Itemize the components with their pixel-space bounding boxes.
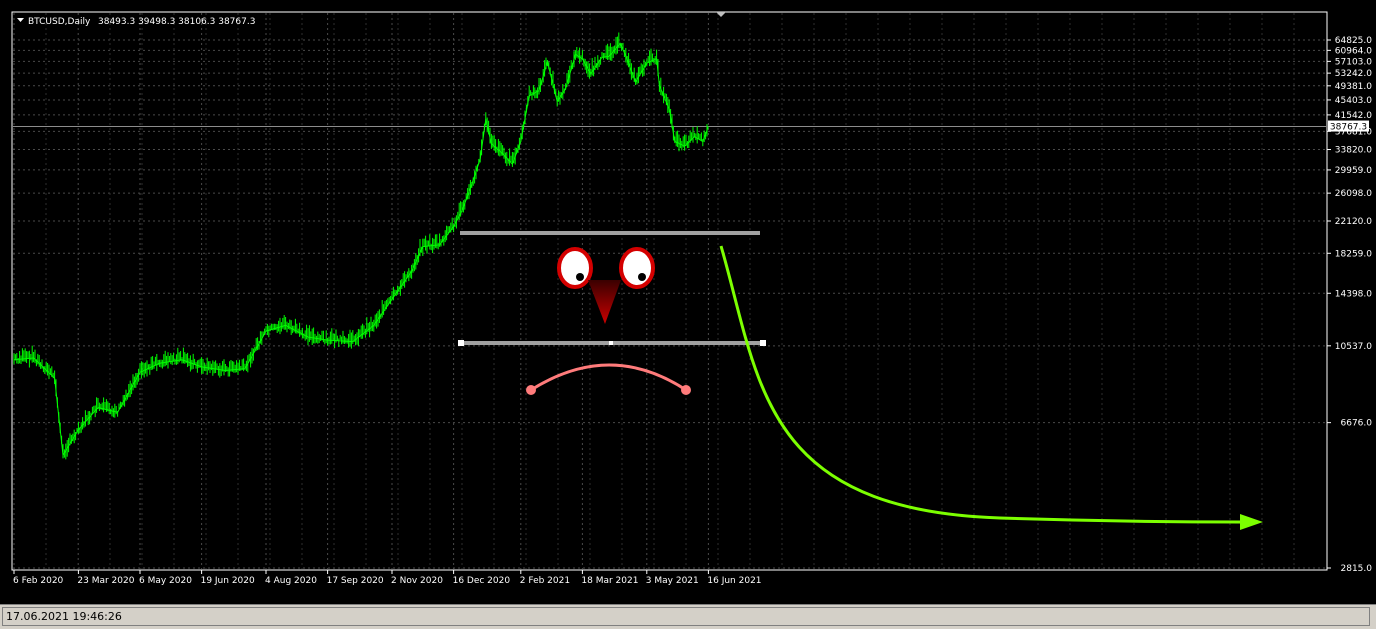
price-axis: 64825.060964.057103.0 53242.0 49381.0 45403… <box>1327 36 1372 574</box>
current-price-label: 38767.3 <box>1330 123 1367 133</box>
y-tick-label: 10537.0 <box>1335 342 1372 352</box>
eye-right <box>619 247 655 289</box>
y-tick-label: 6676.0 <box>1341 419 1373 429</box>
x-tick-label: 18 Mar 2021 <box>581 576 638 586</box>
y-tick-label: 14398.0 <box>1335 289 1372 299</box>
x-tick-label: 16 Dec 2020 <box>453 576 511 586</box>
x-tick-label: 4 Aug 2020 <box>265 576 317 586</box>
y-tick-label: 22120.0 <box>1335 217 1372 227</box>
mouth-end-left <box>526 385 536 395</box>
chart-window[interactable]: 64825.0 60964.0 57103.0 53242.0 49381.0 45403… <box>0 0 1376 629</box>
pupil-left <box>576 273 584 281</box>
y-tick-label: 60964.0 <box>1335 46 1372 56</box>
x-tick-label: 6 Feb 2020 <box>13 576 64 586</box>
y-tick-label: 26098.0 <box>1335 189 1372 199</box>
ohlc-readout: 38493.3 39498.3 38106.3 38767.3 <box>98 17 255 27</box>
y-tick-label: 64825.0 <box>1335 36 1372 46</box>
line-handle <box>609 341 613 345</box>
y-tick-label: 33820.0 <box>1335 146 1372 156</box>
x-tick-label: 17 Sep 2020 <box>327 576 384 586</box>
y-tick-label: 18259.0 <box>1335 249 1372 259</box>
y-tick-label: 41542.0 <box>1335 111 1372 121</box>
pupil-right <box>638 273 646 281</box>
eye-left <box>557 247 593 289</box>
x-tick-label: 16 Jun 2021 <box>707 576 761 586</box>
price-chart[interactable]: 64825.060964.057103.0 53242.0 49381.0 45403… <box>0 0 1376 604</box>
time-axis: 6 Feb 2020 23 Mar 2020 6 May 2020 19 Jun 20… <box>13 570 762 586</box>
status-bar: 17.06.2021 19:46:26 <box>0 604 1376 629</box>
x-tick-label: 19 Jun 2020 <box>201 576 255 586</box>
mouth-end-right <box>681 385 691 395</box>
x-tick-label: 2 Feb 2021 <box>520 576 570 586</box>
x-tick-label: 2 Nov 2020 <box>391 576 443 586</box>
y-tick-label: 49381.0 <box>1335 82 1372 92</box>
y-tick-label: 2815.0 <box>1341 564 1373 574</box>
line-handle <box>458 340 464 346</box>
plot-area <box>11 11 1328 571</box>
y-tick-label: 57103.0 <box>1335 57 1372 67</box>
y-tick-label: 45403.0 <box>1335 96 1372 106</box>
chart-title: BTCUSD,Daily <box>28 17 91 27</box>
y-tick-label: 29959.0 <box>1335 166 1372 176</box>
x-tick-label: 3 May 2021 <box>646 576 699 586</box>
x-tick-label: 23 Mar 2020 <box>77 576 134 586</box>
status-datetime: 17.06.2021 19:46:26 <box>2 607 1370 626</box>
x-tick-label: 6 May 2020 <box>139 576 192 586</box>
line-handle <box>760 340 766 346</box>
y-tick-label: 53242.0 <box>1335 69 1372 79</box>
